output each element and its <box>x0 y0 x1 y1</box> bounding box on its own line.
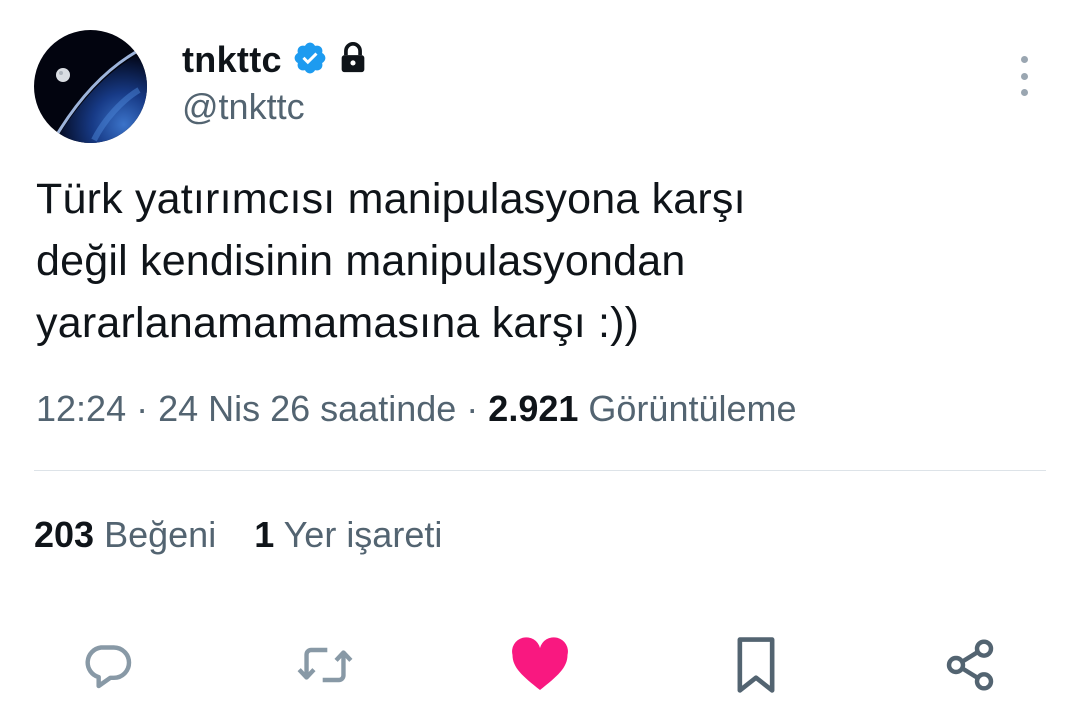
likes-count: 203 <box>34 514 95 555</box>
tweet-detail: tnkttc @tnkttc Türk yatırımcısı manipula… <box>0 0 1080 716</box>
author-handle[interactable]: @tnkttc <box>182 86 305 128</box>
engagement-stats: 203 Beğeni 1 Yer işareti <box>34 514 442 556</box>
display-name[interactable]: tnkttc <box>182 39 282 81</box>
lock-icon <box>338 41 368 80</box>
tweet-text-line: değil kendisinin manipulasyondan <box>36 237 686 285</box>
bookmarks-label: Yer işareti <box>283 514 443 555</box>
action-bar <box>0 630 1080 700</box>
tweet-time[interactable]: 12:24 <box>36 388 126 429</box>
divider <box>34 470 1046 471</box>
heart-icon[interactable] <box>505 630 575 700</box>
tweet-meta: 12:24 · 24 Nis 26 saatinde · 2.921 Görün… <box>36 388 797 430</box>
bookmark-icon[interactable] <box>721 630 791 700</box>
tweet-text-line: Türk yatırımcısı manipulasyona karşı <box>36 175 746 223</box>
tweet-date[interactable]: 24 Nis 26 saatinde <box>158 388 456 429</box>
avatar[interactable] <box>34 30 147 143</box>
likes-label: Beğeni <box>104 514 217 555</box>
tweet-text-line: yararlanamamamasına karşı :)) <box>36 299 640 347</box>
author-name-row: tnkttc <box>182 36 368 84</box>
reply-icon[interactable] <box>73 630 143 700</box>
more-vertical-icon[interactable] <box>1010 56 1038 96</box>
meta-separator: · <box>126 388 159 429</box>
retweet-icon[interactable] <box>290 630 360 700</box>
bookmarks-stat[interactable]: 1 Yer işareti <box>254 514 442 556</box>
views-label: Görüntüleme <box>588 388 797 429</box>
tweet-text: Türk yatırımcısı manipulasyona karşı değ… <box>36 168 996 354</box>
meta-separator: · <box>456 388 489 429</box>
avatar-image <box>34 30 147 143</box>
share-icon[interactable] <box>935 630 1005 700</box>
verified-badge-icon <box>292 40 328 81</box>
likes-stat[interactable]: 203 Beğeni <box>34 514 216 556</box>
bookmarks-count: 1 <box>254 514 275 555</box>
views-count: 2.921 <box>488 388 579 429</box>
